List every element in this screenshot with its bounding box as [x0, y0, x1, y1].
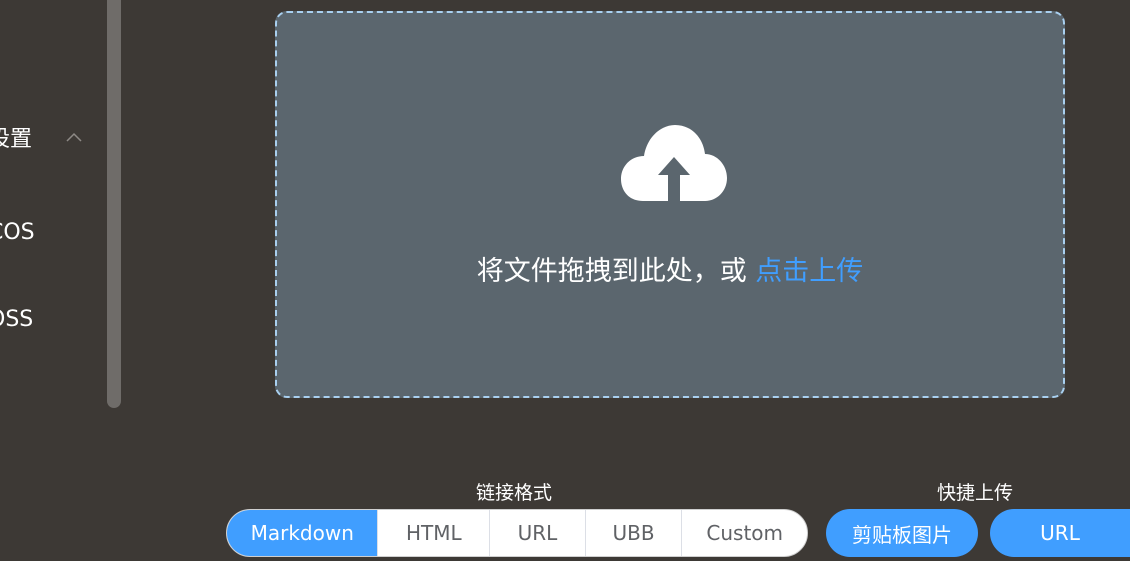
- cloud-upload-icon: [621, 125, 727, 203]
- format-url-button[interactable]: URL: [489, 510, 585, 556]
- quick-upload-title: 快捷上传: [937, 482, 1014, 504]
- sidebar-item-label: 设置: [0, 127, 33, 152]
- link-format-title: 链接格式: [476, 482, 553, 504]
- click-upload-link[interactable]: 点击上传: [755, 256, 863, 287]
- format-markdown-button[interactable]: Markdown: [227, 510, 378, 556]
- dropzone-text: 将文件拖拽到此处，或 点击上传: [277, 249, 1063, 288]
- format-ubb-button[interactable]: UBB: [584, 510, 682, 556]
- sidebar-item-cos[interactable]: COS: [0, 213, 47, 253]
- format-html-button[interactable]: HTML: [377, 510, 489, 556]
- sidebar-item-oss[interactable]: OSS: [0, 300, 45, 340]
- sidebar-item-label: COS: [0, 220, 35, 245]
- sidebar-item-label: OSS: [0, 307, 34, 332]
- url-upload-button[interactable]: URL: [990, 509, 1130, 557]
- format-custom-button[interactable]: Custom: [681, 510, 807, 556]
- sidebar: 设置 COS OSS: [0, 0, 121, 561]
- chevron-up-icon[interactable]: [66, 131, 82, 143]
- upload-dropzone[interactable]: 将文件拖拽到此处，或 点击上传: [275, 11, 1065, 398]
- link-format-group: Markdown HTML URL UBB Custom: [226, 509, 808, 557]
- sidebar-scrollbar[interactable]: [107, 0, 121, 408]
- clipboard-upload-button[interactable]: 剪贴板图片: [826, 509, 978, 557]
- dropzone-hint: 将文件拖拽到此处，或: [476, 256, 747, 287]
